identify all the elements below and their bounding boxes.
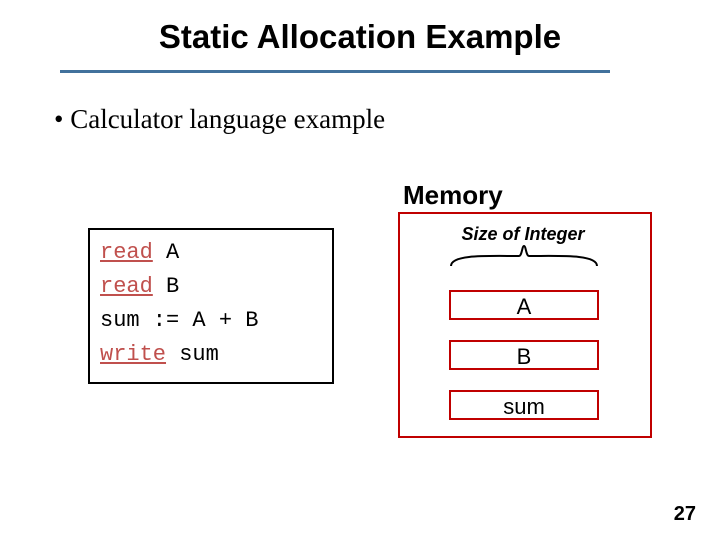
- size-of-integer-label: Size of Integer: [398, 224, 648, 245]
- code-arg: sum: [166, 342, 219, 367]
- code-line-3: sum := A + B: [100, 304, 322, 338]
- brace-icon: [449, 244, 599, 268]
- keyword-write: write: [100, 342, 166, 367]
- memory-heading: Memory: [403, 180, 503, 211]
- code-block: read A read B sum := A + B write sum: [88, 228, 334, 384]
- memory-cell-a: A: [449, 290, 599, 320]
- page-number: 27: [674, 503, 696, 526]
- code-line-1: read A: [100, 236, 322, 270]
- code-line-4: write sum: [100, 338, 322, 372]
- page-title: Static Allocation Example: [0, 18, 720, 56]
- keyword-read: read: [100, 240, 153, 265]
- code-arg: B: [153, 274, 179, 299]
- code-arg: A: [153, 240, 179, 265]
- memory-cell-b: B: [449, 340, 599, 370]
- memory-cell-sum: sum: [449, 390, 599, 420]
- keyword-read: read: [100, 274, 153, 299]
- code-line-2: read B: [100, 270, 322, 304]
- title-rule: [60, 70, 610, 73]
- bullet-text: • Calculator language example: [54, 104, 385, 135]
- slide: Static Allocation Example • Calculator l…: [0, 0, 720, 540]
